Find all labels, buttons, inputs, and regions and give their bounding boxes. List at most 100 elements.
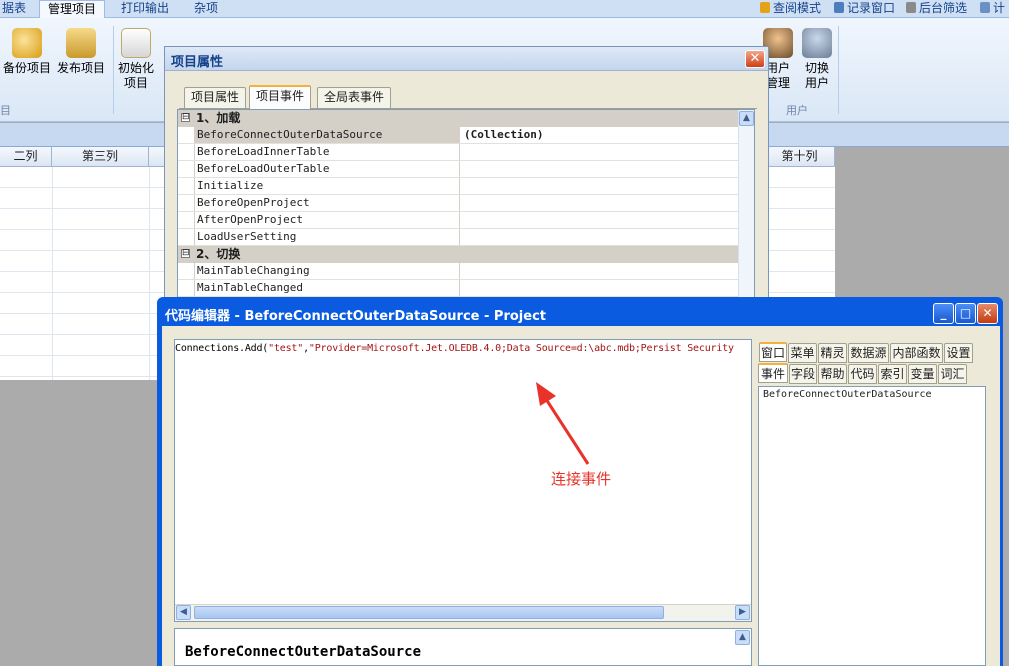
category-label: 1、加载	[196, 111, 241, 125]
quick-record-window[interactable]: 记录窗口	[834, 0, 895, 18]
list-item[interactable]: BeforeConnectOuterDataSource	[763, 389, 932, 400]
tab-datasource[interactable]: 数据源	[848, 343, 889, 363]
event-list[interactable]: BeforeConnectOuterDataSource	[758, 386, 986, 666]
init-icon	[121, 28, 151, 58]
scroll-up-icon[interactable]: ▲	[739, 111, 754, 126]
init-project-label-1: 初始化	[118, 61, 155, 75]
tab-vocabulary[interactable]: 词汇	[938, 364, 967, 384]
ribbon-tab-print-output[interactable]: 打印输出	[113, 0, 177, 18]
property-row[interactable]: Initialize	[178, 178, 738, 195]
scroll-right-icon[interactable]: ▶	[735, 605, 750, 620]
code-editor-textarea[interactable]	[174, 339, 752, 622]
filter-icon	[906, 2, 916, 13]
property-row[interactable]: MainTableChanging	[178, 263, 738, 280]
property-row[interactable]: LoadUserSetting	[178, 229, 738, 246]
property-name: AfterOpenProject	[194, 212, 460, 228]
database-backup-icon	[12, 28, 42, 58]
annotation-arrow-icon	[536, 382, 590, 465]
property-row[interactable]: MainTableChanged	[178, 280, 738, 297]
tab-project-properties[interactable]: 项目属性	[184, 87, 247, 108]
ribbon-group-label-user: 用户	[786, 104, 808, 117]
property-row[interactable]: AfterOpenProject	[178, 212, 738, 229]
backup-project-button[interactable]: 备份项目	[3, 28, 51, 76]
property-row[interactable]: BeforeLoadInnerTable	[178, 144, 738, 161]
property-name: BeforeLoadOuterTable	[194, 161, 460, 177]
tab-code[interactable]: 代码	[848, 364, 877, 384]
tab-fields[interactable]: 字段	[789, 364, 817, 384]
property-name: MainTableChanging	[194, 263, 460, 279]
switch-user-label-1: 切换	[804, 61, 829, 75]
property-row[interactable]: BeforeConnectOuterDataSource (Collection)	[178, 127, 738, 144]
column-header-10[interactable]: 第十列	[765, 147, 835, 167]
quick-background-filter-label: 后台筛选	[919, 1, 968, 15]
code-string-name: "test"	[268, 343, 304, 354]
quick-calc-label: 计	[993, 1, 1006, 15]
backup-project-label: 备份项目	[3, 61, 52, 75]
property-row[interactable]: BeforeOpenProject	[178, 195, 738, 212]
tab-menu[interactable]: 菜单	[788, 343, 817, 363]
calc-icon	[980, 2, 990, 13]
maximize-button[interactable]: □	[955, 303, 976, 324]
ribbon-tab-datasheet[interactable]: 据表	[0, 0, 34, 18]
property-row[interactable]: BeforeLoadOuterTable	[178, 161, 738, 178]
horizontal-scroll-thumb[interactable]	[194, 606, 664, 619]
property-grid[interactable]: ⊟ 1、加载 BeforeConnectOuterDataSource (Coll…	[177, 109, 755, 299]
quick-background-filter[interactable]: 后台筛选	[906, 0, 967, 18]
property-name: LoadUserSetting	[194, 229, 460, 245]
tab-variables[interactable]: 变量	[908, 364, 937, 384]
tab-index[interactable]: 索引	[878, 364, 907, 384]
ribbon-group-label-project: 目	[0, 104, 11, 117]
switch-user-label-2: 用户	[804, 76, 829, 90]
close-button[interactable]: ✕	[977, 303, 998, 324]
property-name: Initialize	[194, 178, 460, 194]
dialog-title: 项目属性	[171, 55, 224, 70]
category-switch[interactable]: ⊟ 2、切换	[178, 246, 738, 263]
property-name: BeforeLoadInnerTable	[194, 144, 460, 160]
event-description-title: BeforeConnectOuterDataSource	[185, 644, 422, 660]
property-value[interactable]: (Collection)	[464, 127, 543, 143]
quick-view-mode[interactable]: 查阅模式	[760, 0, 821, 18]
dialog-close-button[interactable]: ✕	[745, 50, 765, 68]
annotation-label: 连接事件	[551, 470, 612, 488]
publish-project-label: 发布项目	[57, 61, 106, 75]
scroll-left-icon[interactable]: ◀	[176, 605, 191, 620]
tab-window[interactable]: 窗口	[759, 342, 787, 362]
tab-internal-functions[interactable]: 内部函数	[890, 343, 943, 363]
tab-help[interactable]: 帮助	[818, 364, 847, 384]
minimize-button[interactable]: _	[933, 303, 954, 324]
code-editor-title: 代码编辑器 - BeforeConnectOuterDataSource - P…	[165, 309, 546, 324]
collapse-icon[interactable]: ⊟	[181, 249, 190, 258]
code-string-connection: "Provider=Microsoft.Jet.OLEDB.4.0;Data S…	[308, 343, 734, 354]
switch-user-icon	[802, 28, 832, 58]
ribbon-tab-manage-project[interactable]: 管理项目	[39, 0, 106, 19]
code-line[interactable]: Connections.Add("test","Provider=Microso…	[175, 343, 751, 354]
publish-icon	[66, 28, 96, 58]
collapse-icon[interactable]: ⊟	[181, 113, 190, 122]
tab-global-table-events[interactable]: 全局表事件	[317, 87, 392, 108]
column-header-2[interactable]: 二列	[0, 147, 52, 167]
category-load[interactable]: ⊟ 1、加载	[178, 110, 738, 127]
window-icon	[834, 2, 844, 13]
switch-user-button[interactable]: 切换 用户	[802, 28, 832, 91]
quick-calc[interactable]: 计	[980, 0, 1005, 18]
quick-record-window-label: 记录窗口	[847, 1, 896, 15]
property-name: BeforeOpenProject	[194, 195, 460, 211]
quick-view-mode-label: 查阅模式	[773, 1, 822, 15]
property-name: MainTableChanged	[194, 280, 460, 296]
category-label: 2、切换	[196, 247, 241, 261]
tab-project-events[interactable]: 项目事件	[249, 85, 312, 109]
column-header-3[interactable]: 第三列	[52, 147, 149, 167]
code-prefix: Connections.Add(	[175, 343, 269, 354]
lock-icon	[760, 2, 770, 13]
tab-settings[interactable]: 设置	[944, 343, 973, 363]
ribbon-group-separator	[113, 26, 114, 114]
publish-project-button[interactable]: 发布项目	[57, 28, 105, 76]
scroll-up-icon[interactable]: ▲	[735, 630, 750, 645]
ribbon-tab-misc[interactable]: 杂项	[186, 0, 226, 18]
dialog-title-bar[interactable]: 项目属性	[165, 47, 768, 71]
init-project-button[interactable]: 初始化 项目	[118, 28, 154, 91]
property-grid-scrollbar[interactable]: ▲	[738, 110, 754, 298]
init-project-label-2: 项目	[124, 76, 149, 90]
tab-events[interactable]: 事件	[758, 363, 788, 383]
tab-wizard[interactable]: 精灵	[818, 343, 847, 363]
